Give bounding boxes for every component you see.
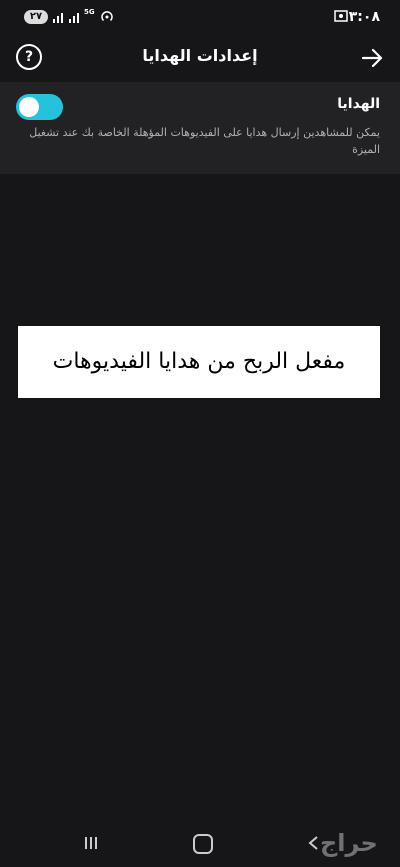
overlay-caption: مفعل الربح من هدايا الفيديوهات bbox=[18, 326, 380, 398]
hotspot-icon bbox=[101, 11, 113, 22]
status-time: ٣:٠٨ bbox=[348, 9, 380, 25]
network-type-label: 5G bbox=[84, 8, 95, 16]
haraj-watermark: حراج bbox=[320, 829, 378, 857]
system-nav-bar: حراج bbox=[0, 821, 400, 867]
toggle-knob bbox=[19, 97, 39, 117]
screen-record-icon bbox=[334, 10, 348, 22]
header: ? إعدادات الهدايا bbox=[0, 36, 400, 80]
signal-icon bbox=[69, 13, 79, 23]
signal-icon bbox=[53, 13, 63, 23]
gifts-toggle[interactable] bbox=[16, 94, 63, 120]
gifts-setting-card: الهدايا يمكن للمشاهدين إرسال هدايا على ا… bbox=[0, 82, 400, 174]
page-title: إعدادات الهدايا bbox=[142, 46, 258, 65]
status-bar: ٢٧ 5G ٣:٠٨ bbox=[0, 0, 400, 36]
home-icon[interactable] bbox=[193, 834, 213, 854]
back-icon[interactable] bbox=[306, 835, 320, 851]
recents-icon[interactable] bbox=[83, 835, 99, 851]
gifts-setting-description: يمكن للمشاهدين إرسال هدايا على الفيديوها… bbox=[29, 126, 380, 156]
arrow-right-icon[interactable] bbox=[358, 44, 386, 72]
gifts-setting-title: الهدايا bbox=[337, 96, 380, 112]
battery-indicator: ٢٧ bbox=[24, 10, 48, 24]
